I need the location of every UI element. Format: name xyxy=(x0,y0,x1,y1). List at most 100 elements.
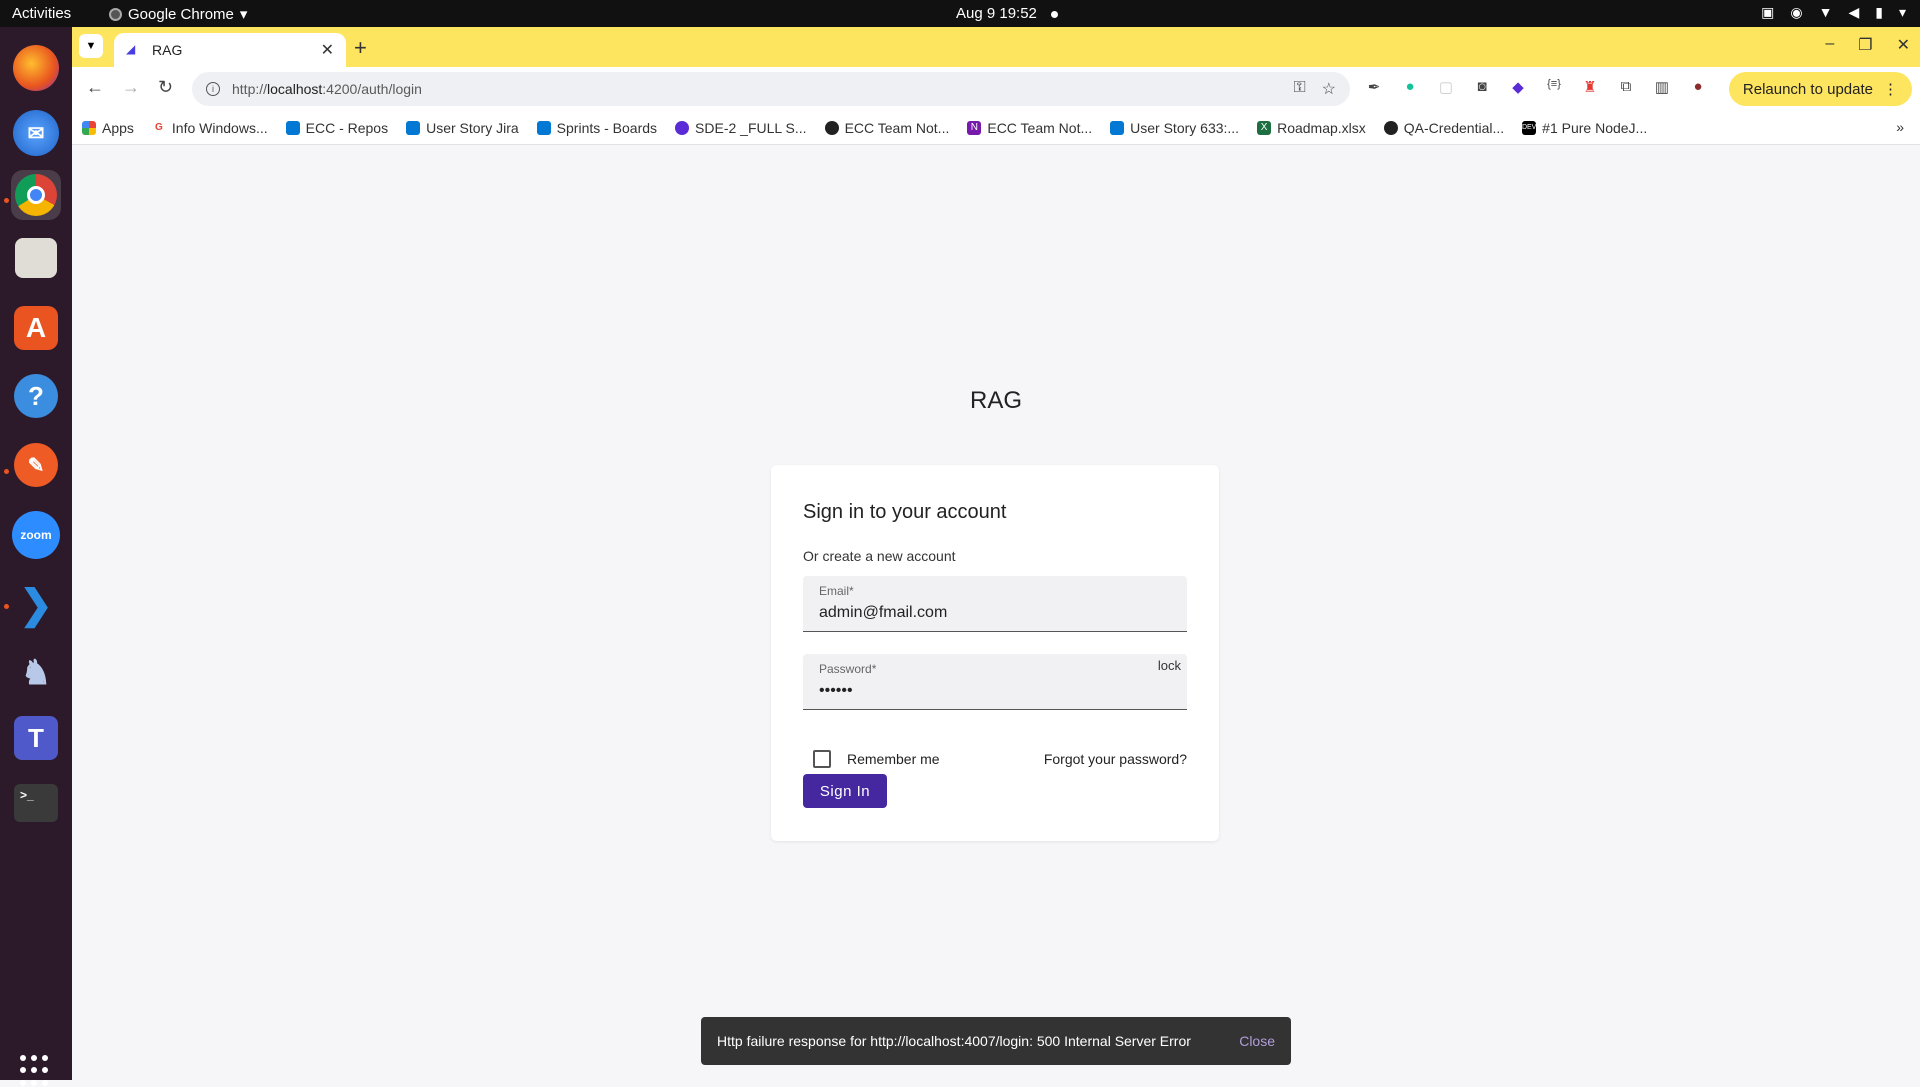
bookmark-label: #1 Pure NodeJ... xyxy=(1542,119,1648,136)
password-key-icon[interactable]: ⚿ xyxy=(1293,79,1305,99)
volume-icon[interactable]: ◀ xyxy=(1848,4,1859,21)
extensions-puzzle-icon[interactable]: ⧉ xyxy=(1616,78,1636,96)
app-center-icon[interactable]: A xyxy=(14,306,58,350)
screen-share-icon[interactable]: ▣ xyxy=(1761,4,1774,21)
bookmark-label: Apps xyxy=(102,119,134,136)
forward-icon[interactable]: → xyxy=(122,77,140,98)
chrome-window: ▼ ◢ RAG ✕ + – ❐ ✕ ← → ↻ i http://localho… xyxy=(72,27,1920,1080)
thunderbird-icon[interactable]: ✉ xyxy=(13,110,59,156)
bookmark-label: Roadmap.xlsx xyxy=(1277,119,1366,136)
side-panel-icon[interactable]: ▥ xyxy=(1652,78,1672,96)
power-menu-icon[interactable]: ▾ xyxy=(1899,4,1906,21)
azure-devops-icon xyxy=(536,120,551,135)
sign-in-button[interactable]: Sign In xyxy=(803,774,887,808)
snackbar-close-button[interactable]: Close xyxy=(1239,1033,1275,1049)
bookmark-label: QA-Credential... xyxy=(1403,119,1505,136)
chrome-logo-icon xyxy=(15,174,57,216)
new-tab-icon[interactable]: + xyxy=(354,35,367,61)
url-path: :4200/auth/login xyxy=(322,81,422,97)
error-snackbar: Http failure response for http://localho… xyxy=(701,1017,1291,1065)
caret-down-icon: ▾ xyxy=(239,6,248,23)
pgadmin-icon[interactable]: ♞ xyxy=(11,648,61,698)
email-field[interactable]: Email* admin@fmail.com xyxy=(803,576,1187,632)
eyedropper-extension-icon[interactable]: ✒ xyxy=(1364,78,1384,96)
close-tab-icon[interactable]: ✕ xyxy=(321,40,334,60)
bookmark-info-windows[interactable]: G Info Windows... xyxy=(152,120,268,136)
more-bookmarks-icon[interactable]: » xyxy=(1896,119,1904,135)
battery-icon[interactable]: ▮ xyxy=(1875,4,1883,21)
red-extension-icon[interactable]: ♜ xyxy=(1580,78,1600,96)
badge-extension-icon[interactable]: ◆ xyxy=(1508,78,1528,96)
bookmark-apps[interactable]: Apps xyxy=(82,120,134,136)
password-value: •••••• xyxy=(819,682,853,699)
bookmarks-bar: Apps G Info Windows... ECC - Repos User S… xyxy=(72,111,1920,145)
page-content: RAG Sign in to your account Or create a … xyxy=(72,145,1920,1080)
bookmark-sde2[interactable]: SDE-2 _FULL S... xyxy=(675,120,807,136)
password-field[interactable]: Password* •••••• lock xyxy=(803,654,1187,710)
apps-grid-icon xyxy=(82,120,96,135)
wifi-icon[interactable]: ▼ xyxy=(1819,4,1833,21)
tab-search-chevron-icon[interactable]: ▼ xyxy=(79,34,103,58)
email-value: admin@fmail.com xyxy=(819,604,948,621)
help-icon[interactable]: ? xyxy=(14,374,58,418)
profile-avatar-icon[interactable]: ● xyxy=(1688,78,1708,96)
site-info-icon[interactable]: i xyxy=(206,82,220,96)
dev-icon: DEV xyxy=(1522,120,1536,135)
relaunch-to-update-button[interactable]: Relaunch to update ⋮ xyxy=(1728,72,1912,106)
bookmark-label: ECC Team Not... xyxy=(844,119,950,136)
clock[interactable]: Aug 9 19:52 xyxy=(956,5,1058,22)
app-menu[interactable]: Google Chrome ▾ xyxy=(109,5,247,23)
bookmark-roadmap[interactable]: X Roadmap.xlsx xyxy=(1257,120,1366,136)
activities-button[interactable]: Activities xyxy=(12,5,71,22)
chrome-icon[interactable] xyxy=(11,170,61,220)
bookmark-star-icon[interactable]: ☆ xyxy=(1322,79,1336,99)
bookmark-label: Info Windows... xyxy=(171,119,268,136)
close-window-icon[interactable]: ✕ xyxy=(1897,35,1910,55)
bookmark-ecc-team-notes-2[interactable]: N ECC Team Not... xyxy=(967,120,1092,136)
address-bar[interactable]: i http://localhost:4200/auth/login ⚿ ☆ xyxy=(192,72,1350,106)
restore-icon[interactable]: ❐ xyxy=(1858,35,1872,55)
json-extension-icon[interactable]: {≡} xyxy=(1544,78,1564,96)
bookmark-qa-credentials[interactable]: QA-Credential... xyxy=(1383,119,1505,136)
bookmark-user-story-jira[interactable]: User Story Jira xyxy=(406,120,519,136)
bookmark-pure-nodejs[interactable]: DEV #1 Pure NodeJ... xyxy=(1522,120,1647,136)
bookmark-ecc-repos[interactable]: ECC - Repos xyxy=(285,120,388,136)
clickup-icon xyxy=(675,120,690,135)
app-title: RAG xyxy=(969,387,1022,414)
grammarly-extension-icon[interactable]: ● xyxy=(1400,78,1420,96)
bookmark-label: ECC Team Not... xyxy=(987,119,1093,136)
minimize-icon[interactable]: – xyxy=(1825,35,1834,55)
system-tray[interactable]: ▣ ◉ ▼ ◀ ▮ ▾ xyxy=(1761,4,1906,21)
chrome-tray-icon[interactable]: ◉ xyxy=(1790,4,1802,21)
bookmark-sprints-boards[interactable]: Sprints - Boards xyxy=(536,120,657,136)
notification-dot-icon xyxy=(1050,10,1058,18)
login-card: Sign in to your account Or create a new … xyxy=(771,465,1219,841)
system-top-bar: Activities Google Chrome ▾ Aug 9 19:52 ▣… xyxy=(0,0,1920,27)
postman-icon[interactable]: ✎ xyxy=(14,443,58,487)
reload-icon[interactable]: ↻ xyxy=(158,77,173,98)
remember-me-checkbox[interactable] xyxy=(813,750,831,768)
blank-extension-icon[interactable]: ▢ xyxy=(1436,78,1456,96)
extensions-bar: ✒ ● ▢ ◙ ◆ {≡} ♜ ⧉ ▥ ● xyxy=(1364,78,1708,96)
email-label: Email* xyxy=(819,584,854,598)
tab-rag[interactable]: ◢ RAG ✕ xyxy=(114,33,346,67)
bookmark-user-story-633[interactable]: User Story 633:... xyxy=(1110,120,1239,136)
bookmark-ecc-team-notes-1[interactable]: ECC Team Not... xyxy=(824,119,950,136)
create-account-link[interactable]: Or create a new account xyxy=(803,548,956,564)
teams-icon[interactable]: T xyxy=(14,716,58,760)
bookmark-label: User Story Jira xyxy=(426,119,519,136)
files-icon[interactable] xyxy=(15,238,57,278)
running-indicator-icon xyxy=(4,198,9,203)
azure-devops-icon xyxy=(1110,120,1125,135)
running-indicator-icon xyxy=(4,604,9,609)
screenshot-extension-icon[interactable]: ◙ xyxy=(1472,78,1492,96)
forgot-password-link[interactable]: Forgot your password? xyxy=(1044,751,1187,767)
show-apps-grid-icon[interactable] xyxy=(20,1055,52,1087)
snackbar-message: Http failure response for http://localho… xyxy=(717,1033,1191,1049)
terminal-icon[interactable]: >_ xyxy=(14,784,58,822)
firefox-icon[interactable] xyxy=(13,45,59,91)
zoom-icon[interactable]: zoom xyxy=(12,511,60,559)
back-icon[interactable]: ← xyxy=(86,77,104,98)
remember-me-label[interactable]: Remember me xyxy=(847,751,940,767)
vscode-icon[interactable]: ❯ xyxy=(11,580,61,630)
